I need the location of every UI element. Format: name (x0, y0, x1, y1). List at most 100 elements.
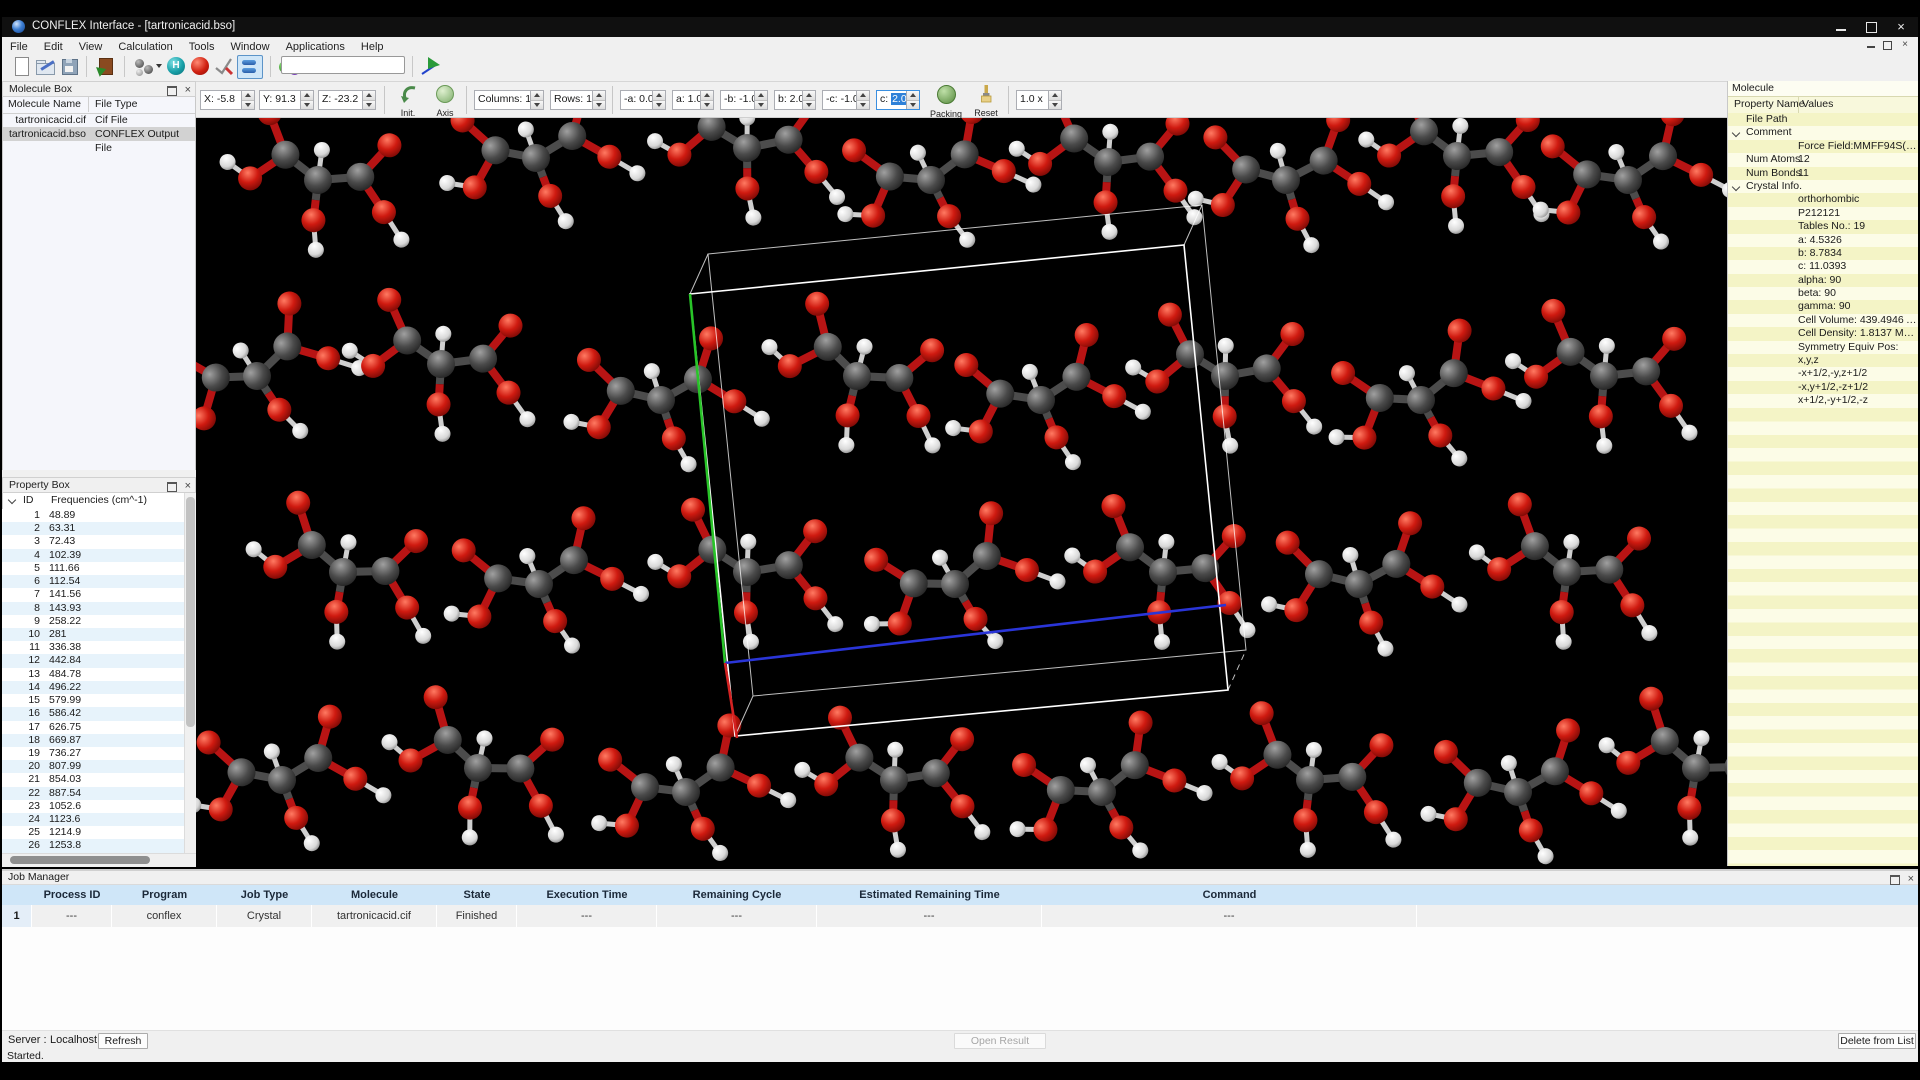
molecule[interactable] (551, 319, 776, 492)
x-rotation-spinner[interactable]: X: -5.8 (200, 90, 255, 110)
molecule[interactable] (1515, 118, 1727, 279)
spin-down-icon[interactable] (593, 101, 605, 110)
frequency-row[interactable]: 14496.22 (2, 681, 184, 694)
job-col-process-id[interactable]: Process ID (32, 885, 112, 905)
molecule[interactable] (1048, 486, 1280, 671)
open-file-icon[interactable] (34, 55, 56, 77)
spin-down-icon[interactable] (803, 101, 815, 110)
frequency-row[interactable]: 231052.6 (2, 800, 184, 813)
close-panel-icon[interactable]: × (185, 479, 191, 494)
spin-up-icon[interactable] (701, 91, 713, 101)
frequency-row[interactable]: 9258.22 (2, 615, 184, 628)
frequency-row[interactable]: 22887.54 (2, 787, 184, 800)
zoom-spinner[interactable]: 1.0 x (1016, 90, 1062, 110)
frequency-row[interactable]: 19736.27 (2, 747, 184, 760)
property-box-hscrollbar[interactable] (2, 853, 196, 867)
molecule[interactable] (986, 696, 1226, 866)
frequency-row[interactable]: 372.43 (2, 535, 184, 548)
job-col-estimated-remaining-time[interactable]: Estimated Remaining Time (817, 885, 1042, 905)
hscroll-thumb[interactable] (10, 856, 150, 864)
molecule[interactable] (838, 486, 1080, 692)
frequency-row[interactable]: 18669.87 (2, 734, 184, 747)
packing-button[interactable]: Packing (926, 85, 966, 119)
molecule[interactable] (782, 700, 1007, 866)
frequency-row[interactable]: 7141.56 (2, 588, 184, 601)
spin-up-icon[interactable] (755, 91, 767, 101)
frequency-row[interactable]: 261253.8 (2, 839, 184, 852)
molecule[interactable] (1408, 711, 1633, 866)
job-col-execution-time[interactable]: Execution Time (517, 885, 657, 905)
spin-down-icon[interactable] (242, 101, 254, 110)
molecule[interactable] (1450, 483, 1685, 674)
spin-up-icon[interactable] (242, 91, 254, 101)
inspector-row[interactable]: x+1/2,-y+1/2,-z (1728, 394, 1918, 407)
frequency-row[interactable]: 16586.42 (2, 707, 184, 720)
frequencies-column-header[interactable]: Frequencies (cm^-1) (51, 493, 147, 508)
new-file-icon[interactable] (10, 55, 32, 77)
fragment-list-icon[interactable] (237, 55, 263, 79)
molecule[interactable] (426, 495, 659, 683)
add-hydrogen-icon[interactable]: H (165, 55, 187, 77)
spin-down-icon[interactable] (301, 101, 313, 110)
job-cell[interactable]: tartronicacid.cif (312, 905, 437, 927)
molecule[interactable] (202, 118, 435, 280)
inspector-row[interactable]: Cell Density: 1.8137 MG/M... (1728, 327, 1918, 340)
maximize-button[interactable] (1856, 17, 1886, 37)
frequency-row[interactable]: 251214.9 (2, 826, 184, 839)
frequency-tree-header[interactable]: ID Frequencies (cm^-1) (2, 493, 196, 509)
inspector-row[interactable]: orthorhombic (1728, 193, 1918, 206)
spin-down-icon[interactable] (363, 101, 375, 110)
molecule[interactable] (736, 279, 978, 485)
inspector-column-header[interactable]: Property Name Values (1728, 97, 1918, 114)
spin-down-icon[interactable] (701, 101, 713, 110)
inspector-row[interactable]: b: 8.7834 (1728, 247, 1918, 260)
inspector-row[interactable]: Force Field:MMFF94S(2010... (1728, 140, 1918, 153)
job-cell[interactable]: --- (1042, 905, 1417, 927)
inspector-row[interactable]: File Path (1728, 113, 1918, 126)
a-spinner[interactable]: a: 1.0 (672, 90, 714, 110)
molecule[interactable] (1305, 304, 1545, 505)
molecule[interactable] (196, 274, 383, 487)
inspector-row[interactable]: beta: 90 (1728, 287, 1918, 300)
delete-from-list-button[interactable]: Delete from List (1838, 1033, 1916, 1049)
inspector-row[interactable]: a: 4.5326 (1728, 234, 1918, 247)
job-cell[interactable]: --- (657, 905, 817, 927)
inspector-row[interactable]: c: 11.0393 (1728, 260, 1918, 273)
inspector-row[interactable]: Symmetry Equiv Pos: (1728, 341, 1918, 354)
frequency-row[interactable]: 10281 (2, 628, 184, 641)
mdi-minimize-button[interactable] (1864, 39, 1878, 50)
mdi-close-button[interactable]: × (1898, 39, 1912, 50)
job-table-row[interactable]: 1---conflexCrystaltartronicacid.cifFinis… (2, 905, 1918, 927)
inspector-row[interactable]: Cell Volume: 439.4946 AN... (1728, 314, 1918, 327)
molecule[interactable] (1194, 692, 1427, 866)
spin-down-icon[interactable] (857, 101, 869, 110)
spin-down-icon[interactable] (531, 101, 543, 110)
job-cell[interactable]: --- (517, 905, 657, 927)
close-button[interactable]: × (1886, 17, 1916, 37)
id-column-header[interactable]: ID (23, 493, 34, 508)
vscroll-thumb[interactable] (186, 497, 195, 727)
neg-a-spinner[interactable]: -a: 0.0 (620, 90, 666, 110)
molecule-list-header[interactable]: Molecule Name File Type (3, 97, 195, 114)
inspector-row[interactable]: -x,y+1/2,-z+1/2 (1728, 381, 1918, 394)
b-spinner[interactable]: b: 2.0 (774, 90, 816, 110)
spin-up-icon[interactable] (803, 91, 815, 101)
frequency-row[interactable]: 5111.66 (2, 562, 184, 575)
frequency-row[interactable]: 4102.39 (2, 549, 184, 562)
col-file-type[interactable]: File Type (91, 97, 195, 112)
y-rotation-spinner[interactable]: Y: 91.3 (259, 90, 314, 110)
float-panel-icon[interactable] (1890, 875, 1900, 885)
molecule[interactable] (1489, 291, 1719, 473)
axis-flag-icon[interactable] (420, 55, 442, 77)
dock-splitter[interactable] (2, 470, 196, 477)
molecule[interactable] (1250, 505, 1473, 675)
frequency-row[interactable]: 20807.99 (2, 760, 184, 773)
inspector-row[interactable]: Num Atoms12 (1728, 153, 1918, 166)
neg-b-spinner[interactable]: -b: -1.0 (720, 90, 768, 110)
molecule[interactable] (637, 118, 858, 238)
molecule-row-bso-selected[interactable]: tartronicacid.bso CONFLEX Output File (3, 127, 195, 141)
frequency-row[interactable]: 17626.75 (2, 721, 184, 734)
float-panel-icon[interactable] (167, 482, 177, 492)
frequency-row[interactable]: 148.89 (2, 509, 184, 522)
delete-atom-icon[interactable] (189, 55, 211, 77)
